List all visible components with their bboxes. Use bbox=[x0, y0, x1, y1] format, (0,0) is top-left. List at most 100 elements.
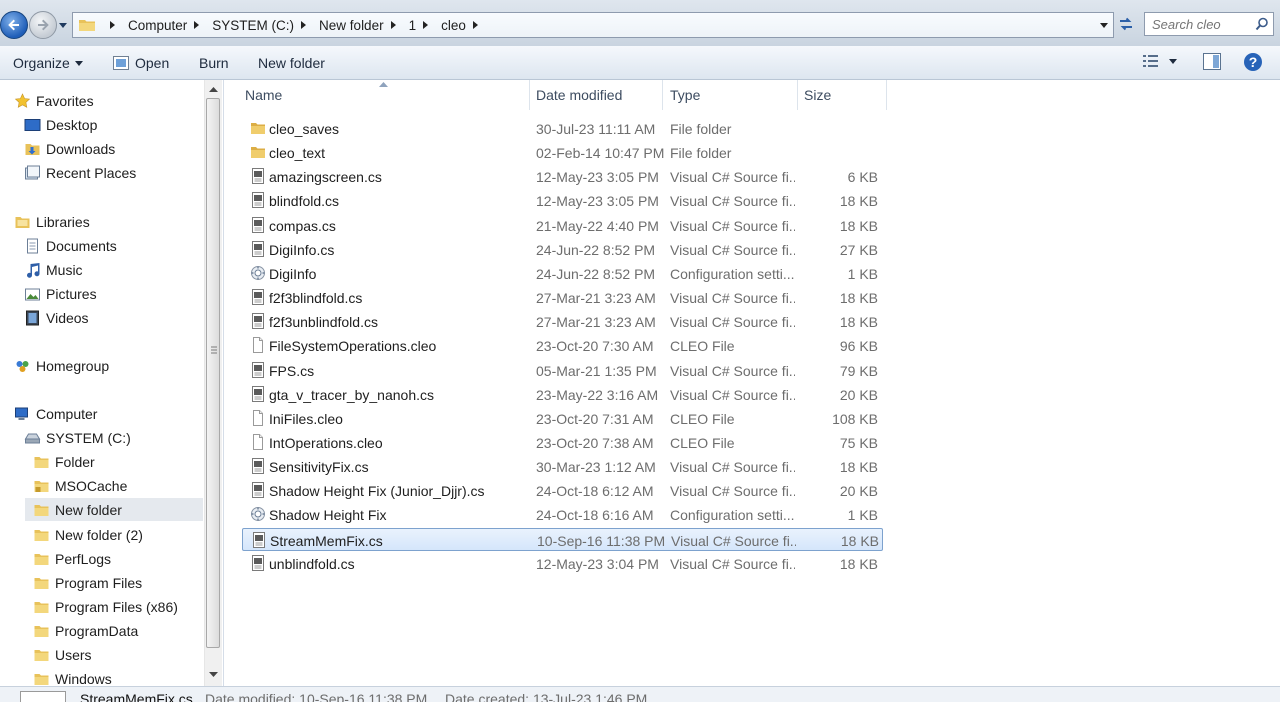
table-row[interactable]: blindfold.cs 12-May-23 3:05 PM Visual C# S… bbox=[242, 189, 883, 212]
folder-icon bbox=[34, 625, 49, 637]
file-name: IntOperations.cleo bbox=[269, 435, 383, 451]
table-row[interactable]: gta_v_tracer_by_nanoh.cs 23-May-22 3:16 A… bbox=[242, 383, 883, 406]
refresh-icon[interactable] bbox=[1117, 15, 1135, 33]
breadcrumb-label: SYSTEM (C:) bbox=[212, 17, 295, 33]
organize-label: Organize bbox=[13, 55, 70, 71]
csharp-file-icon bbox=[252, 168, 264, 184]
nav-folder-perflogs[interactable]: PerfLogs bbox=[33, 547, 111, 570]
burn-button[interactable]: Burn bbox=[199, 55, 229, 71]
address-history-dropdown-icon[interactable] bbox=[1099, 20, 1109, 30]
nav-label: ProgramData bbox=[55, 622, 139, 639]
nav-folder-program-files-x86[interactable]: Program Files (x86) bbox=[33, 595, 178, 618]
table-row[interactable]: FileSystemOperations.cleo 23-Oct-20 7:30 … bbox=[242, 334, 883, 357]
nav-folder-users[interactable]: Users bbox=[33, 643, 92, 666]
open-button[interactable]: Open bbox=[113, 55, 169, 71]
nav-libraries[interactable]: Libraries bbox=[14, 210, 90, 233]
blank-file-icon bbox=[253, 337, 263, 353]
file-type: Visual C# Source fi... bbox=[670, 218, 795, 234]
table-row[interactable]: DigiInfo.cs 24-Jun-22 8:52 PM Visual C# So… bbox=[242, 238, 883, 261]
file-date-modified: 30-Jul-23 11:11 AM bbox=[536, 121, 656, 137]
recent-pages-dropdown-icon[interactable] bbox=[58, 20, 68, 30]
file-name: DigiInfo bbox=[269, 266, 317, 282]
table-row[interactable]: f2f3unblindfold.cs 27-Mar-21 3:23 AM Visua… bbox=[242, 310, 883, 333]
breadcrumb-cleo[interactable]: cleo bbox=[439, 14, 489, 36]
help-button[interactable]: ? bbox=[1243, 52, 1263, 72]
breadcrumb-computer[interactable]: Computer bbox=[126, 14, 210, 36]
column-header-type[interactable]: Type bbox=[663, 80, 798, 110]
nav-downloads[interactable]: Downloads bbox=[24, 137, 115, 160]
breadcrumb-1[interactable]: 1 bbox=[407, 14, 440, 36]
details-file-name: StreamMemFix.cs bbox=[80, 691, 193, 702]
nav-favorites[interactable]: Favorites bbox=[14, 89, 94, 112]
table-row[interactable]: f2f3blindfold.cs 27-Mar-21 3:23 AM Visual … bbox=[242, 286, 883, 309]
breadcrumb-label: 1 bbox=[408, 17, 417, 33]
table-row[interactable]: unblindfold.cs 12-May-23 3:04 PM Visual C#… bbox=[242, 552, 883, 575]
chevron-down-icon[interactable] bbox=[1168, 57, 1178, 65]
scrollbar-thumb[interactable] bbox=[206, 98, 220, 648]
nav-folder-new-folder-2[interactable]: New folder (2) bbox=[33, 523, 143, 546]
preview-pane-button[interactable] bbox=[1203, 53, 1221, 70]
nav-label: Computer bbox=[36, 405, 98, 422]
search-box[interactable] bbox=[1144, 12, 1274, 36]
table-row[interactable]: DigiInfo 24-Jun-22 8:52 PM Configuration s… bbox=[242, 262, 883, 285]
csharp-file-icon bbox=[252, 482, 264, 498]
nav-folder-program-files[interactable]: Program Files bbox=[33, 571, 142, 594]
file-name: DigiInfo.cs bbox=[269, 242, 335, 258]
new-folder-button[interactable]: New folder bbox=[258, 55, 325, 71]
nav-folder-new-folder[interactable]: New folder bbox=[25, 498, 203, 521]
file-type: Configuration setti... bbox=[670, 507, 795, 523]
breadcrumb-root-arrow[interactable] bbox=[101, 14, 126, 36]
scroll-up-icon[interactable] bbox=[209, 86, 218, 92]
breadcrumb[interactable]: Computer SYSTEM (C:) New folder 1 cleo bbox=[72, 12, 1114, 38]
table-row[interactable]: IntOperations.cleo 23-Oct-20 7:38 AM CLEO … bbox=[242, 431, 883, 454]
table-row[interactable]: compas.cs 21-May-22 4:40 PM Visual C# Sour… bbox=[242, 214, 883, 237]
nav-folder-folder[interactable]: Folder bbox=[33, 450, 95, 473]
column-header-date-modified[interactable]: Date modified bbox=[529, 80, 663, 110]
nav-pictures[interactable]: Pictures bbox=[24, 282, 97, 305]
forward-button[interactable] bbox=[29, 11, 57, 39]
breadcrumb-new-folder[interactable]: New folder bbox=[317, 14, 407, 36]
nav-music[interactable]: Music bbox=[24, 258, 83, 281]
column-header-name[interactable]: Name bbox=[224, 80, 530, 110]
nav-folder-windows[interactable]: Windows bbox=[33, 667, 112, 686]
table-row[interactable]: cleo_text 02-Feb-14 10:47 PM File folder bbox=[242, 141, 883, 164]
column-header-size[interactable]: Size bbox=[798, 80, 887, 110]
nav-desktop[interactable]: Desktop bbox=[24, 113, 97, 136]
file-size: 18 KB bbox=[839, 459, 878, 475]
table-row[interactable]: Shadow Height Fix (Junior_Djjr).cs 24-Oct… bbox=[242, 479, 883, 502]
nav-folder-programdata[interactable]: ProgramData bbox=[33, 619, 138, 642]
table-row[interactable]: IniFiles.cleo 23-Oct-20 7:31 AM CLEO File 1… bbox=[242, 407, 883, 430]
table-row[interactable]: amazingscreen.cs 12-May-23 3:05 PM Visual … bbox=[242, 165, 883, 188]
file-date-modified: 23-Oct-20 7:30 AM bbox=[536, 338, 654, 354]
file-name: f2f3blindfold.cs bbox=[269, 290, 363, 306]
file-size: 1 KB bbox=[847, 507, 878, 523]
desktop-icon bbox=[24, 118, 41, 131]
table-row[interactable]: StreamMemFix.cs 10-Sep-16 11:38 PM Visual … bbox=[242, 528, 883, 551]
nav-system-c[interactable]: SYSTEM (C:) bbox=[24, 426, 131, 449]
folder-icon bbox=[251, 123, 265, 134]
csharp-file-icon bbox=[252, 555, 264, 571]
locked-folder-icon bbox=[34, 480, 49, 492]
nav-videos[interactable]: Videos bbox=[24, 306, 89, 329]
file-date-modified: 12-May-23 3:05 PM bbox=[536, 169, 659, 185]
breadcrumb-system-c[interactable]: SYSTEM (C:) bbox=[210, 14, 317, 36]
nav-homegroup[interactable]: Homegroup bbox=[14, 354, 109, 377]
navigation-scrollbar[interactable] bbox=[204, 80, 222, 686]
table-row[interactable]: Shadow Height Fix 24-Oct-18 6:16 AM Config… bbox=[242, 503, 883, 526]
folder-icon bbox=[34, 504, 49, 516]
table-row[interactable]: cleo_saves 30-Jul-23 11:11 AM File folder bbox=[242, 117, 883, 140]
table-row[interactable]: FPS.cs 05-Mar-21 1:35 PM Visual C# Source … bbox=[242, 359, 883, 382]
table-row[interactable]: SensitivityFix.cs 30-Mar-23 1:12 AM Visual… bbox=[242, 455, 883, 478]
nav-recent-places[interactable]: Recent Places bbox=[24, 161, 136, 184]
organize-button[interactable]: Organize bbox=[13, 55, 84, 71]
file-name: SensitivityFix.cs bbox=[269, 459, 369, 475]
search-input[interactable] bbox=[1145, 13, 1252, 35]
nav-computer[interactable]: Computer bbox=[14, 402, 97, 425]
nav-folder-msocache[interactable]: MSOCache bbox=[33, 474, 127, 497]
back-button[interactable] bbox=[0, 11, 28, 39]
file-date-modified: 02-Feb-14 10:47 PM bbox=[536, 145, 665, 161]
search-icon[interactable] bbox=[1255, 17, 1269, 31]
nav-documents[interactable]: Documents bbox=[24, 234, 117, 257]
scroll-down-icon[interactable] bbox=[209, 672, 218, 678]
change-view-button[interactable] bbox=[1142, 53, 1178, 69]
